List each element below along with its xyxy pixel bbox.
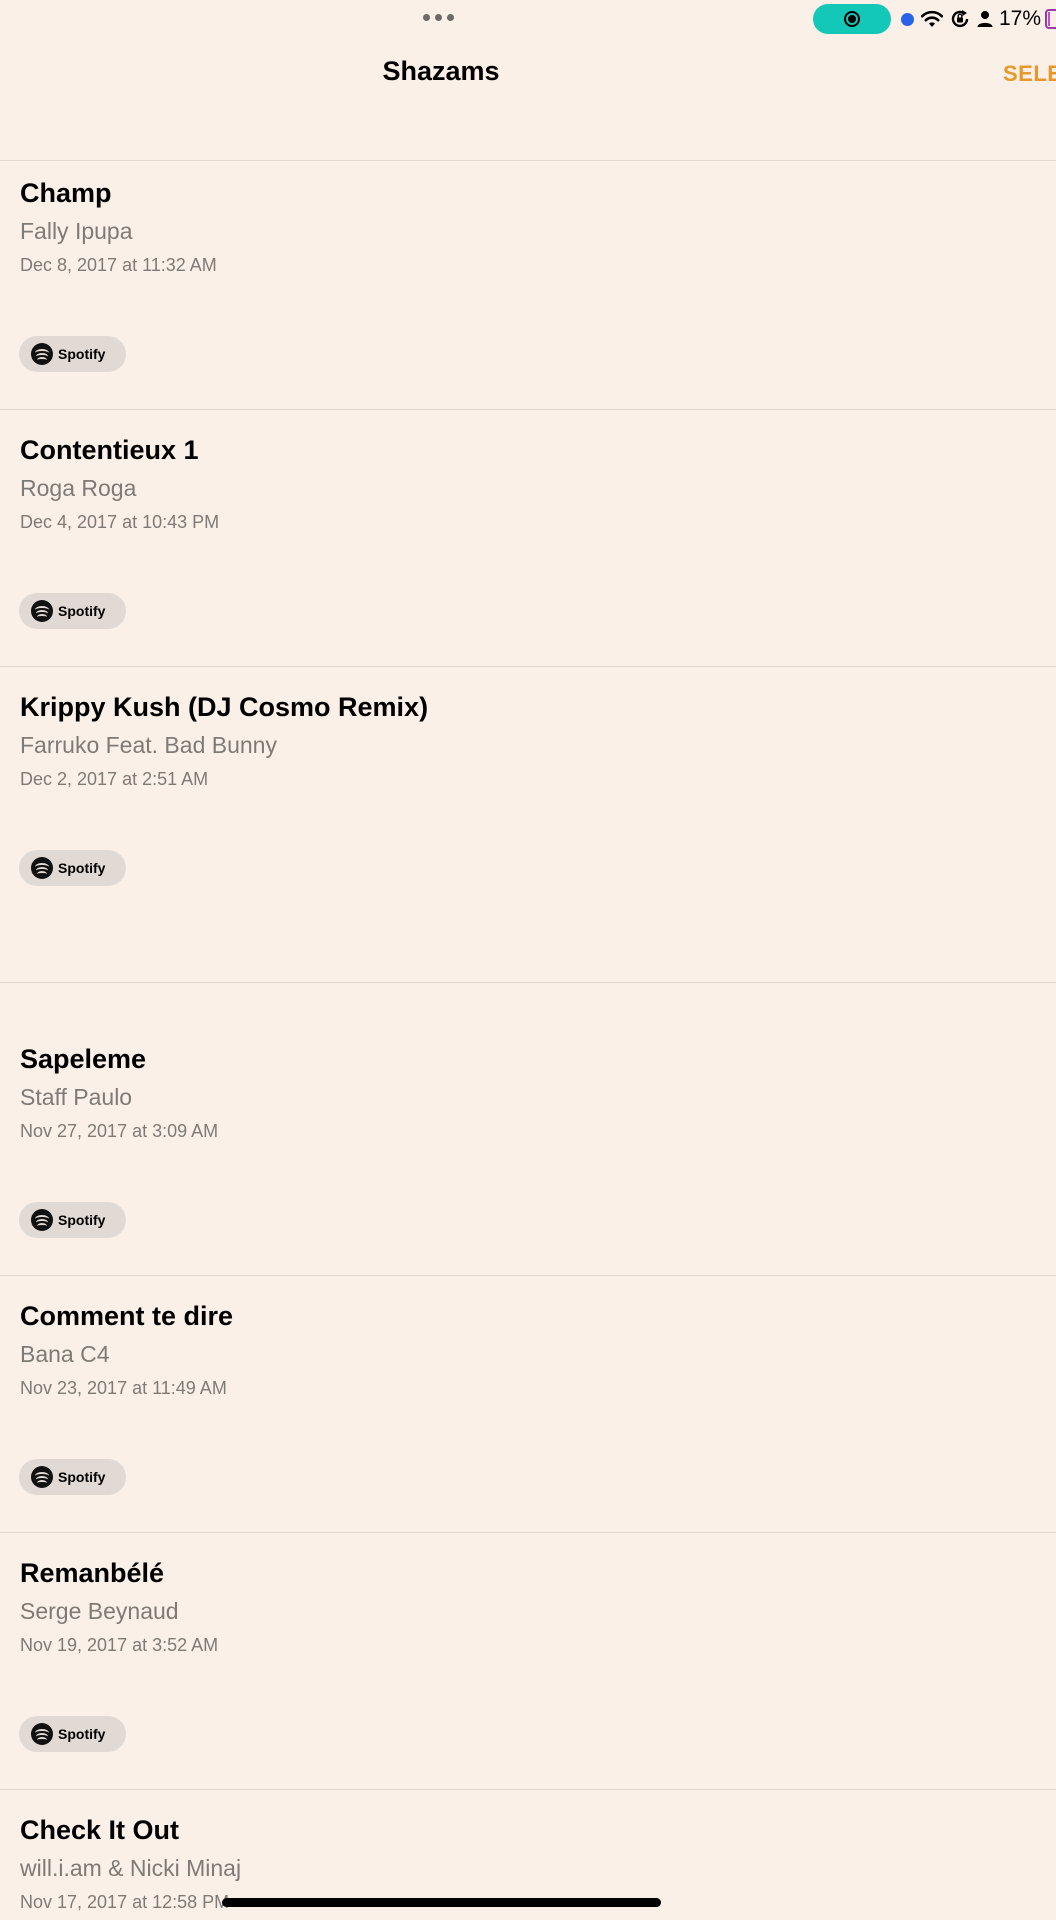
track-artist: Serge Beynaud — [20, 1598, 179, 1624]
track-artist: will.i.am & Nicki Minaj — [20, 1855, 242, 1881]
spotify-label: Spotify — [58, 860, 106, 876]
spotify-icon — [31, 343, 53, 365]
track-date: Nov 27, 2017 at 3:09 AM — [20, 1121, 219, 1141]
track-title: Check It Out — [20, 1815, 180, 1845]
track-artist: Farruko Feat. Bad Bunny — [20, 732, 277, 758]
row-divider — [0, 1789, 1056, 1790]
open-in-spotify-button[interactable]: Spotify — [19, 850, 126, 886]
shazam-list: Champ Fally Ipupa Dec 8, 2017 at 11:32 A… — [0, 0, 1056, 1920]
row-divider — [0, 1532, 1056, 1533]
track-date: Nov 19, 2017 at 3:52 AM — [20, 1635, 219, 1655]
row-divider — [0, 1275, 1056, 1276]
track-title: Champ — [20, 178, 112, 208]
open-in-spotify-button[interactable]: Spotify — [19, 1202, 126, 1238]
open-in-spotify-button[interactable]: Spotify — [19, 1716, 126, 1752]
track-date: Nov 17, 2017 at 12:58 PM — [20, 1892, 230, 1912]
open-in-spotify-button[interactable]: Spotify — [19, 593, 126, 629]
track-artist: Roga Roga — [20, 475, 137, 501]
track-title: Remanbélé — [20, 1558, 165, 1588]
home-indicator[interactable] — [222, 1898, 661, 1907]
spotify-icon — [31, 1723, 53, 1745]
row-divider — [0, 409, 1056, 410]
track-title: Comment te dire — [20, 1301, 234, 1331]
spotify-label: Spotify — [58, 1212, 106, 1228]
open-in-spotify-button[interactable]: Spotify — [19, 1459, 126, 1495]
track-artist: Fally Ipupa — [20, 218, 133, 244]
track-date: Nov 23, 2017 at 11:49 AM — [20, 1378, 227, 1398]
row-divider — [0, 982, 1056, 983]
spotify-label: Spotify — [58, 603, 106, 619]
spotify-icon — [31, 857, 53, 879]
open-in-spotify-button[interactable]: Spotify — [19, 336, 126, 372]
track-date: Dec 2, 2017 at 2:51 AM — [20, 769, 209, 789]
track-date: Dec 8, 2017 at 11:32 AM — [20, 255, 217, 275]
spotify-label: Spotify — [58, 1469, 106, 1485]
spotify-icon — [31, 600, 53, 622]
spotify-icon — [31, 1209, 53, 1231]
track-title: Sapeleme — [20, 1044, 147, 1074]
track-artist: Bana C4 — [20, 1341, 110, 1367]
row-divider — [0, 666, 1056, 667]
track-title: Krippy Kush (DJ Cosmo Remix) — [20, 692, 429, 722]
spotify-label: Spotify — [58, 346, 106, 362]
spotify-icon — [31, 1466, 53, 1488]
spotify-label: Spotify — [58, 1726, 106, 1742]
track-artist: Staff Paulo — [20, 1084, 133, 1110]
track-title: Contentieux 1 — [20, 435, 199, 465]
track-date: Dec 4, 2017 at 10:43 PM — [20, 512, 220, 532]
